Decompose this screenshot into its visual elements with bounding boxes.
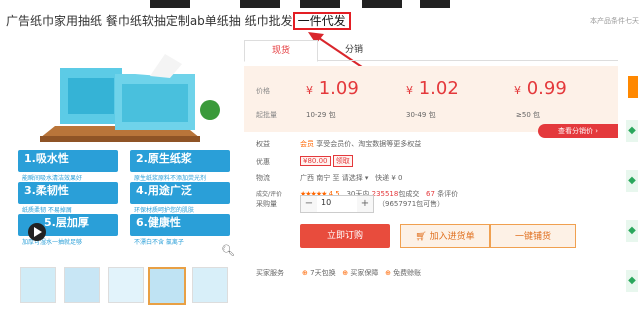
review-count[interactable]: 67: [426, 190, 435, 198]
one-click-distribute-button[interactable]: 一键铺货: [490, 224, 576, 248]
feature-card: 3.柔韧性: [18, 182, 118, 204]
side-tag[interactable]: ◆: [626, 170, 638, 192]
plus-button[interactable]: +: [357, 196, 373, 212]
feature-sub: 不漂白不含 氯离子: [134, 239, 184, 246]
quantity-stepper: − 10 +: [300, 195, 374, 213]
price-tier-2: ¥ 1.02: [406, 78, 459, 99]
quantity-label: 采购量: [256, 200, 277, 208]
nav-tab[interactable]: [420, 0, 450, 8]
side-tag[interactable]: ◆: [626, 120, 638, 142]
get-coupon-button[interactable]: 领取: [332, 155, 353, 167]
see-distribution-price-button[interactable]: 查看分销价 ›: [538, 124, 618, 138]
moq-label: 起批量: [256, 111, 277, 119]
product-title-text: 广告纸巾家用抽纸 餐巾纸软抽定制ab单纸抽 纸巾批发: [6, 14, 293, 28]
price-tier-1: ¥ 1.09: [306, 78, 359, 99]
qty-tier-1: 10-29 包: [306, 111, 336, 119]
services-label: 买家服务: [256, 269, 284, 277]
coupon-badge: ¥80.00: [300, 156, 331, 166]
rights-text[interactable]: 享受会员价、淘宝数据等更多权益: [316, 140, 421, 148]
thumbnail[interactable]: [64, 267, 100, 303]
thumbnail[interactable]: [20, 267, 56, 303]
purchase-tabs: 现货 分销: [244, 40, 618, 62]
feature-card: 2.原生纸浆: [130, 150, 230, 172]
feature-card: 1.吸水性: [18, 150, 118, 172]
quantity-input[interactable]: 10: [321, 198, 331, 207]
tab-stock[interactable]: 现货: [244, 40, 318, 62]
nav-tab[interactable]: [150, 0, 190, 8]
buy-now-button[interactable]: 立即订购: [300, 224, 390, 248]
discount-label: 优惠: [256, 158, 270, 166]
feature-title: 4.用途广泛: [136, 184, 192, 197]
feature-sub: 纸质柔韧 不易掉屑: [22, 207, 72, 214]
rights-label: 权益: [256, 140, 270, 148]
destination-select[interactable]: 请选择: [342, 174, 363, 182]
feature-title: 5.层加厚: [44, 216, 89, 229]
deal-count: 235518: [371, 190, 399, 198]
service-item[interactable]: 免费赊账: [393, 269, 421, 277]
video-play-icon[interactable]: [28, 223, 46, 241]
thumbnail[interactable]: [192, 267, 228, 303]
product-main-image[interactable]: [0, 38, 238, 148]
thumbnail[interactable]: [148, 267, 186, 305]
thumbnail[interactable]: [108, 267, 144, 303]
logistics-label: 物流: [256, 174, 270, 182]
feature-title: 2.原生纸浆: [136, 152, 192, 165]
discount-row: ¥80.00 领取: [300, 155, 353, 167]
reviews-label: 成交/评价: [256, 191, 283, 198]
tab-distribution[interactable]: 分销: [334, 40, 374, 60]
feature-grid: 1.吸水性 能瞬间吸水清洁效果好 2.原生纸浆 原生纸浆原料不添加荧光剂 3.柔…: [18, 150, 238, 250]
logistics-row: 广西 南宁 至 请选择 ▾ 快递 ¥ 0: [300, 174, 403, 182]
side-tag[interactable]: ◆: [626, 270, 638, 292]
service-note: 本产品条件七天: [590, 17, 639, 25]
feature-title: 6.健康性: [136, 216, 181, 229]
services-list: ⊕ 7天包换 ⊕ 买家保障 ⊕ 免费赊账: [302, 269, 422, 277]
service-item[interactable]: 买家保障: [350, 269, 378, 277]
top-nav-bar: [0, 0, 640, 8]
rights-row: 会员 享受会员价、淘宝数据等更多权益: [300, 139, 421, 149]
qty-tier-3: ≥50 包: [516, 111, 540, 119]
feature-title: 3.柔韧性: [24, 184, 69, 197]
price-tier-3: ¥ 0.99: [514, 78, 567, 99]
side-tag[interactable]: ◆: [626, 220, 638, 242]
nav-tab[interactable]: [300, 0, 340, 8]
price-box: 价格 起批量 ¥ 1.09 10-29 包 ¥ 1.02 30-49 包 ¥ 0…: [244, 66, 618, 132]
minus-button[interactable]: −: [301, 196, 317, 212]
nav-tab[interactable]: [362, 0, 402, 8]
title-highlight-box: 一件代发: [292, 12, 351, 30]
feature-card: 4.用途广泛: [130, 182, 230, 204]
zoom-icon[interactable]: 🔍︎: [221, 244, 235, 257]
feature-title: 1.吸水性: [24, 152, 69, 165]
stock-text: （9657971包可售）: [378, 200, 445, 208]
member-tag: 会员: [300, 140, 314, 148]
feature-sub: 能瞬间吸水清洁效果好: [22, 175, 83, 182]
price-label: 价格: [256, 87, 270, 95]
feature-sub: 环保材质呵护您的肌肤: [134, 207, 195, 214]
product-title: 广告纸巾家用抽纸 餐巾纸软抽定制ab单纸抽 纸巾批发 一件代发: [6, 12, 351, 30]
feature-sub: 原生纸浆原料不添加荧光剂: [134, 175, 207, 182]
nav-tab[interactable]: [240, 0, 280, 8]
right-side-strip: ◆ ◆ ◆ ◆: [624, 70, 640, 334]
feature-card: 6.健康性: [130, 214, 230, 236]
side-accent: [628, 76, 638, 98]
service-item[interactable]: 7天包换: [310, 269, 335, 277]
qty-tier-2: 30-49 包: [406, 111, 436, 119]
add-to-cart-button[interactable]: 🛒︎ 加入进货单: [400, 224, 490, 248]
